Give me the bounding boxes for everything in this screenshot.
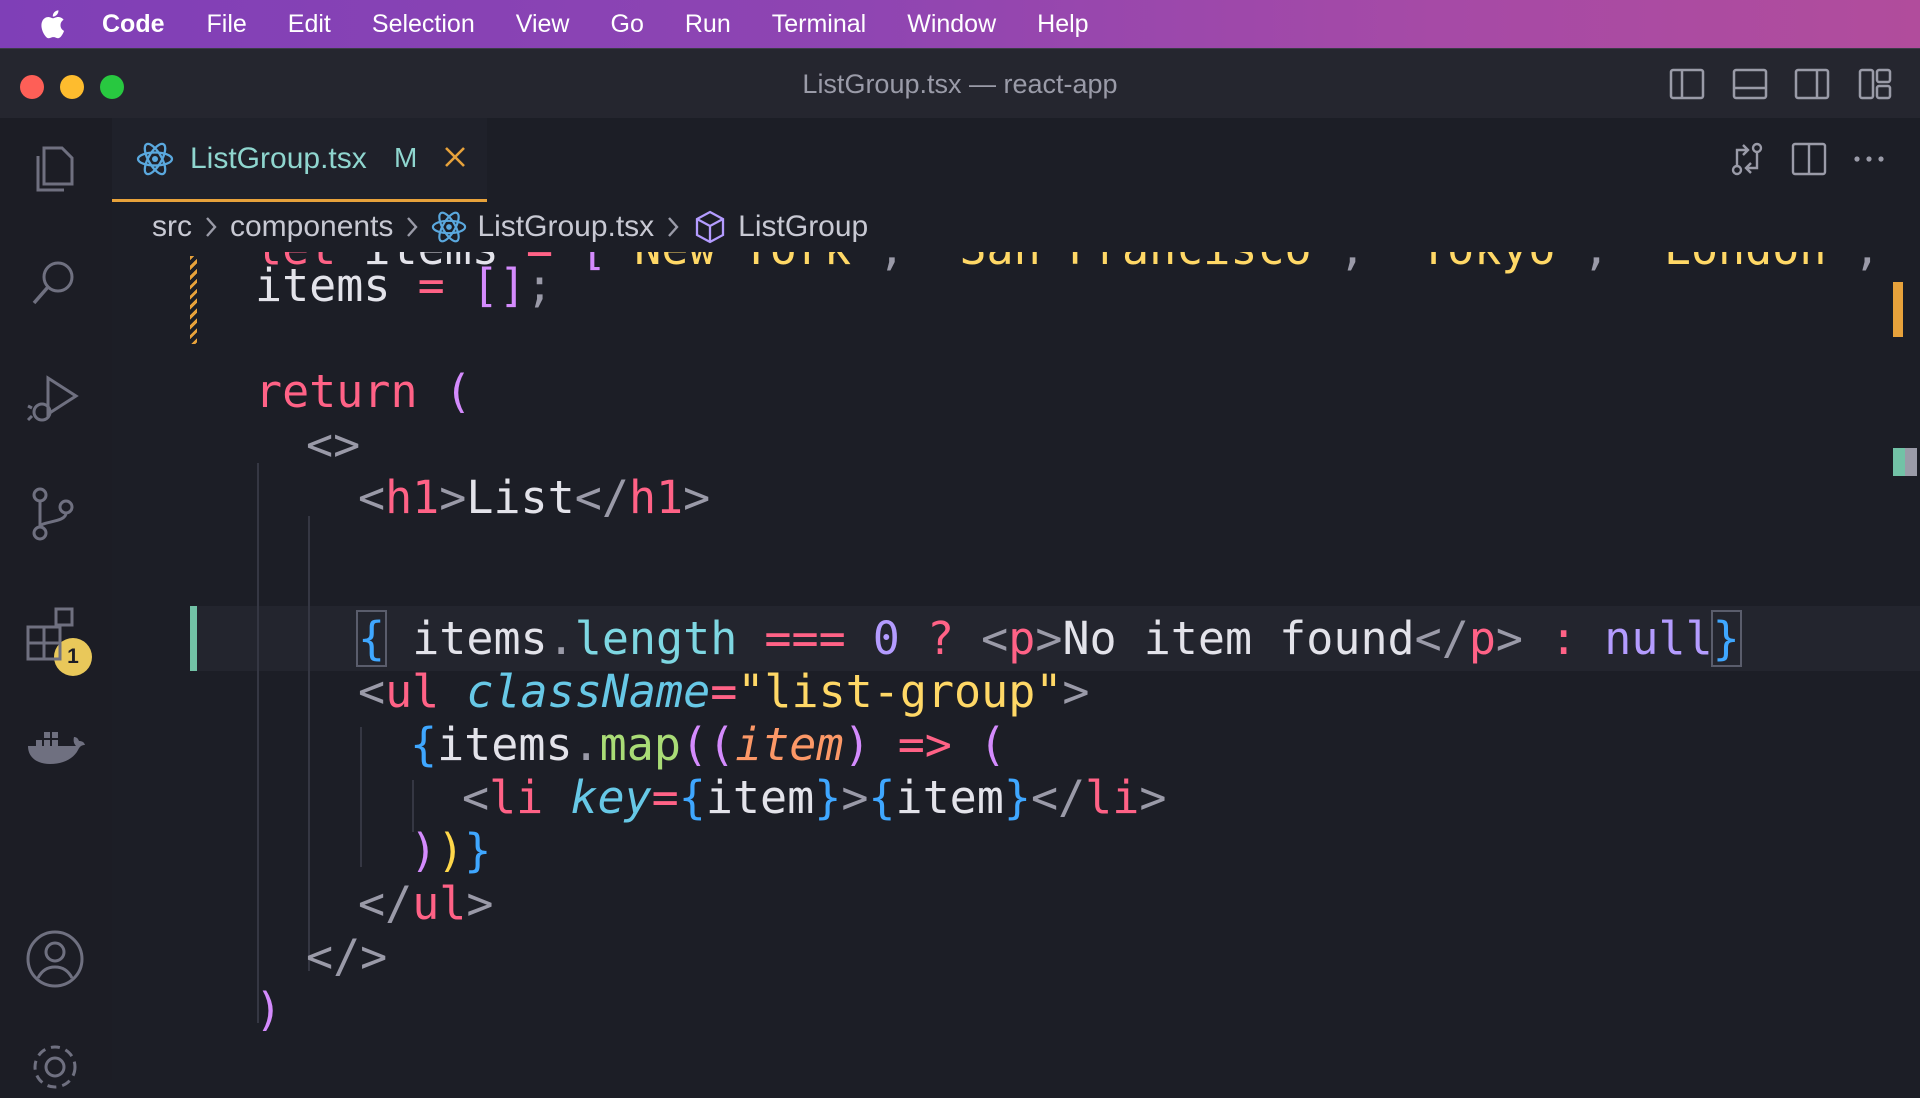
menu-bar: Code File Edit Selection View Go Run Ter…: [0, 0, 1920, 48]
open-changes-icon[interactable]: [1726, 138, 1768, 180]
docker-icon[interactable]: [24, 718, 86, 780]
breadcrumb-symbol[interactable]: ListGroup: [738, 210, 868, 244]
window-title: ListGroup.tsx — react-app: [802, 69, 1118, 99]
accounts-icon[interactable]: [24, 928, 86, 990]
code-line: <h1>List</h1>: [358, 471, 711, 524]
title-bar: ListGroup.tsx — react-app: [0, 48, 1920, 118]
indent-guide: [257, 463, 259, 1023]
search-icon[interactable]: [24, 253, 86, 315]
toggle-primary-sidebar-icon[interactable]: [1668, 65, 1706, 103]
source-control-icon[interactable]: [24, 483, 86, 545]
scrollbar-thumb[interactable]: [1905, 448, 1917, 476]
menu-window[interactable]: Window: [907, 10, 996, 39]
tab-label: ListGroup.tsx: [190, 142, 367, 175]
close-tab-icon[interactable]: [438, 140, 472, 174]
menu-go[interactable]: Go: [611, 10, 644, 39]
tab-listgroup-tsx[interactable]: ListGroup.tsx M: [112, 118, 487, 202]
added-line-marker[interactable]: [190, 606, 197, 671]
manage-gear-icon[interactable]: [24, 1036, 86, 1098]
modified-lines-marker[interactable]: [190, 256, 197, 344]
menu-app-code[interactable]: Code: [102, 10, 165, 39]
breadcrumb-components[interactable]: components: [230, 210, 393, 244]
extensions-icon[interactable]: [24, 603, 86, 665]
indent-guide: [360, 727, 362, 867]
code-line: <>: [306, 418, 361, 471]
breadcrumb-src[interactable]: src: [152, 210, 192, 244]
code-line: </>: [306, 930, 388, 983]
react-file-icon: [432, 211, 467, 243]
toggle-panel-icon[interactable]: [1731, 65, 1769, 103]
run-and-debug-icon[interactable]: [24, 368, 86, 430]
chevron-right-icon: [206, 217, 217, 237]
menu-view[interactable]: View: [516, 10, 570, 39]
editor-tab-bar: ListGroup.tsx M: [112, 118, 1920, 202]
code-line: <li key={item}>{item}</li>: [462, 771, 1167, 824]
code-editor[interactable]: let items = ["New York", "San Francisco"…: [112, 252, 1920, 1080]
breadcrumb-file[interactable]: ListGroup.tsx: [477, 210, 654, 244]
code-line: ): [255, 983, 283, 1036]
code-line: items = [];: [255, 259, 554, 312]
customize-layout-icon[interactable]: [1856, 65, 1894, 103]
symbol-component-icon: [696, 210, 725, 244]
code-line: return (: [255, 365, 472, 418]
split-editor-icon[interactable]: [1788, 138, 1830, 180]
toggle-secondary-sidebar-icon[interactable]: [1793, 65, 1831, 103]
menu-terminal[interactable]: Terminal: [772, 10, 866, 39]
indent-guide: [308, 516, 310, 971]
breadcrumb: src components ListGroup.tsx ListGroup: [112, 202, 1920, 252]
menu-run[interactable]: Run: [685, 10, 731, 39]
activity-bar: 1: [0, 118, 112, 1089]
chevron-right-icon: [407, 217, 419, 237]
apple-logo-icon[interactable]: [36, 7, 66, 41]
scrollbar-change-marker[interactable]: [1893, 282, 1903, 337]
menu-edit[interactable]: Edit: [288, 10, 331, 39]
explorer-icon[interactable]: [24, 138, 86, 200]
menu-help[interactable]: Help: [1037, 10, 1088, 39]
more-actions-icon[interactable]: [1848, 138, 1890, 180]
modified-indicator: M: [394, 142, 418, 173]
menu-file[interactable]: File: [207, 10, 247, 39]
chevron-right-icon: [668, 217, 679, 237]
react-file-icon: [136, 142, 174, 176]
menu-selection[interactable]: Selection: [372, 10, 475, 39]
